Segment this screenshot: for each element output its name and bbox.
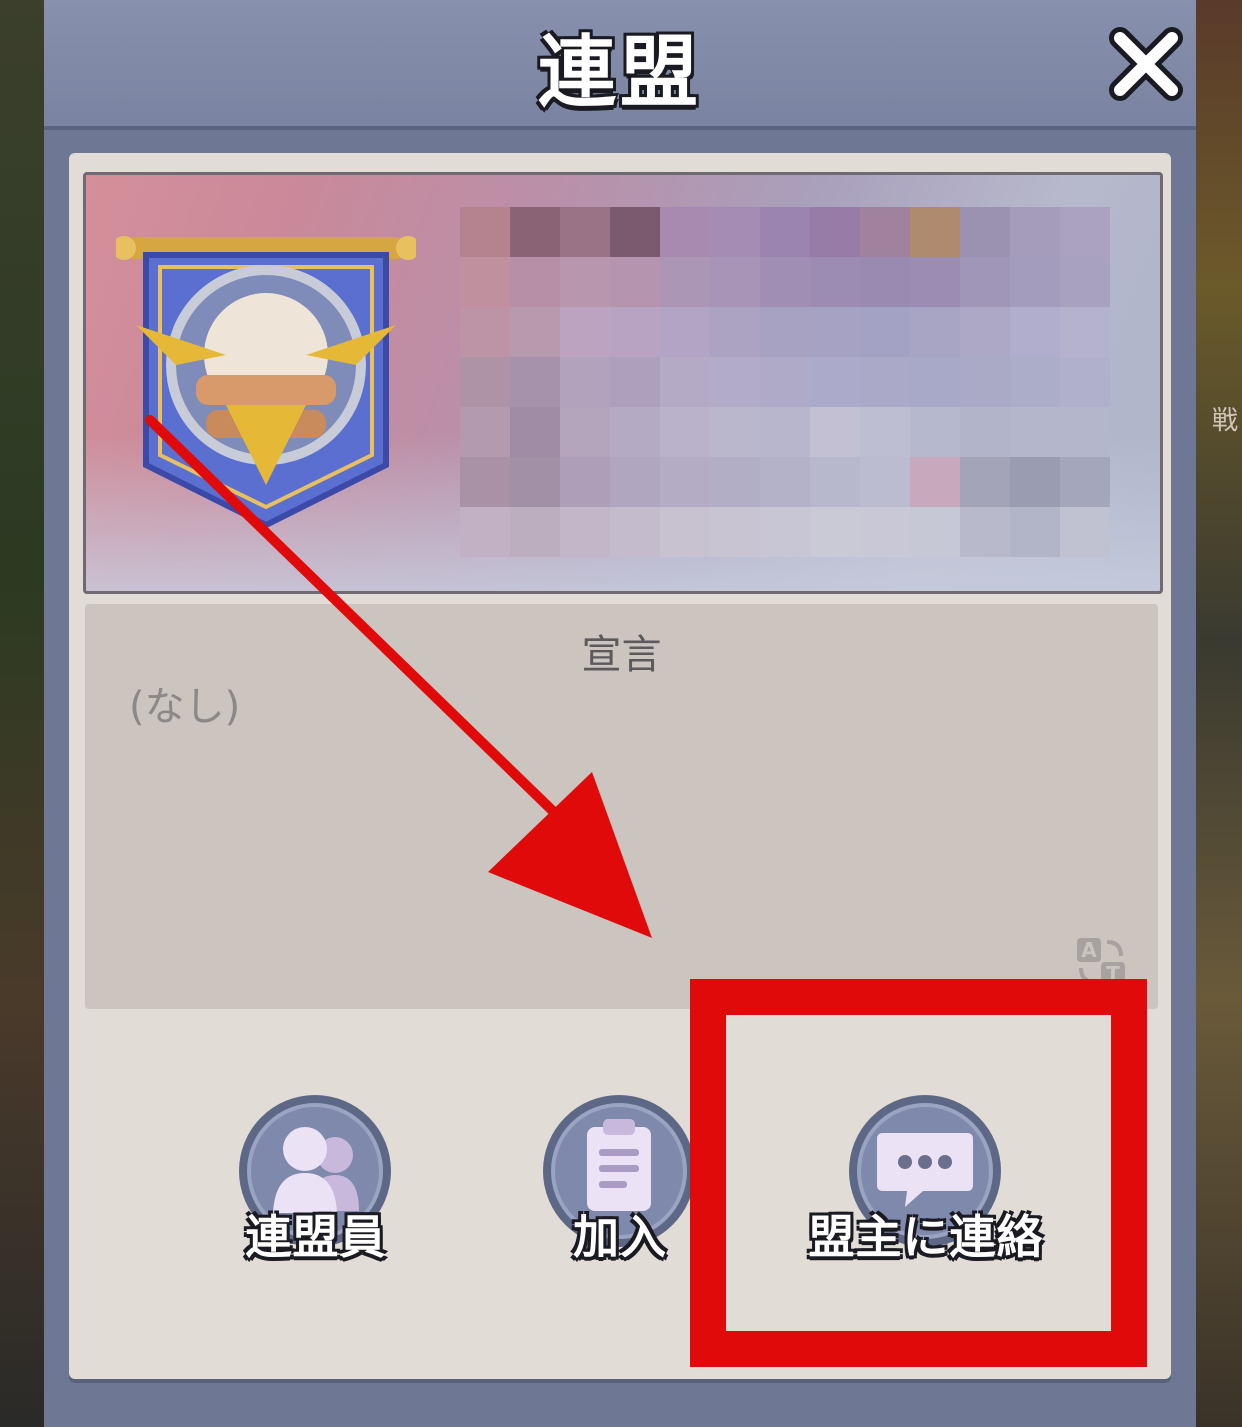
background-game-left bbox=[0, 0, 44, 1427]
declaration-text: (なし) bbox=[129, 684, 241, 730]
close-button[interactable] bbox=[1106, 24, 1186, 104]
alliance-banner bbox=[83, 172, 1163, 594]
svg-text:A: A bbox=[1081, 938, 1097, 962]
alliance-emblem-icon bbox=[116, 236, 416, 529]
contact-leader-button[interactable]: 盟主に連絡 bbox=[809, 1093, 1043, 1273]
declaration-heading: 宣言 bbox=[581, 632, 662, 678]
svg-text:T: T bbox=[1106, 962, 1120, 986]
alliance-dialog: 連盟 宣言 (なし) A T 連盟員 加入 盟主に連絡 bbox=[44, 0, 1196, 1427]
join-button[interactable]: 加入 bbox=[535, 1093, 705, 1273]
alliance-panel: 宣言 (なし) A T 連盟員 加入 盟主に連絡 bbox=[69, 153, 1171, 1379]
background-game-right: 戦 bbox=[1196, 0, 1242, 1427]
members-button[interactable]: 連盟員 bbox=[231, 1093, 401, 1273]
dialog-title: 連盟 bbox=[537, 28, 702, 118]
contact-leader-label: 盟主に連絡 bbox=[808, 1210, 1044, 1264]
declaration-box: 宣言 (なし) A T bbox=[85, 604, 1158, 1009]
redacted-alliance-info bbox=[460, 207, 1110, 557]
dialog-header: 連盟 bbox=[44, 0, 1196, 130]
background-text: 戦 bbox=[1211, 406, 1238, 436]
close-icon bbox=[1109, 27, 1183, 101]
members-label: 連盟員 bbox=[245, 1210, 387, 1264]
translate-icon[interactable]: A T bbox=[1073, 934, 1129, 990]
join-label: 加入 bbox=[573, 1210, 667, 1264]
